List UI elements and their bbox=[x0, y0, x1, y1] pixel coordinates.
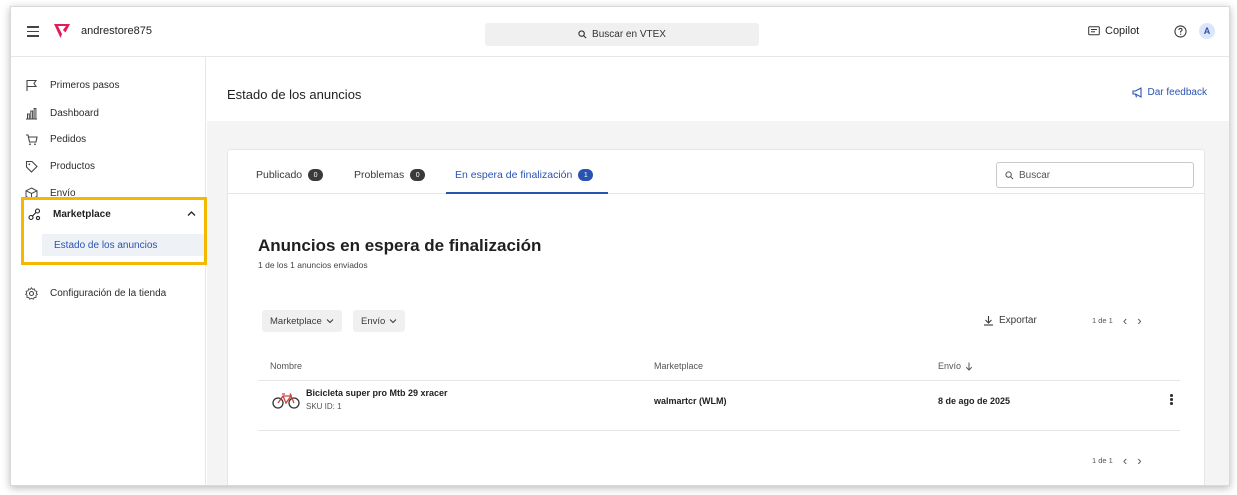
listings-card: Publicado 0 Problemas 0 En espera de fin… bbox=[227, 149, 1205, 485]
sidebar-item-marketplace[interactable]: Marketplace bbox=[28, 208, 111, 221]
gear-icon bbox=[25, 287, 38, 300]
count-badge: 1 bbox=[578, 169, 594, 181]
search-icon bbox=[1005, 170, 1014, 179]
export-button[interactable]: Exportar bbox=[983, 315, 1037, 326]
count-badge: 0 bbox=[308, 169, 324, 181]
export-label: Exportar bbox=[999, 315, 1037, 326]
sidebar-item-dashboard[interactable]: Dashboard bbox=[25, 107, 99, 120]
main-content: Estado de los anuncios Dar feedback Publ… bbox=[207, 57, 1229, 485]
avatar[interactable]: A bbox=[1199, 23, 1215, 39]
global-search-label: Buscar en VTEX bbox=[592, 29, 666, 40]
sidebar-item-label: Primeros pasos bbox=[50, 80, 120, 91]
pagination-bottom: 1 de 1 ‹ › bbox=[1092, 453, 1142, 468]
marketplace-highlight: Marketplace Estado de los anuncios bbox=[21, 197, 207, 265]
filter-marketplace[interactable]: Marketplace bbox=[262, 310, 342, 332]
pagination-label: 1 de 1 bbox=[1092, 316, 1113, 325]
table-divider bbox=[258, 380, 1180, 381]
flag-icon bbox=[26, 79, 38, 91]
column-header-label: Envío bbox=[938, 361, 962, 371]
share-icon bbox=[28, 208, 41, 221]
chevron-left-icon[interactable]: ‹ bbox=[1123, 453, 1127, 468]
bar-chart-icon bbox=[26, 108, 37, 120]
feedback-label: Dar feedback bbox=[1147, 87, 1207, 98]
filter-envio[interactable]: Envío bbox=[353, 310, 406, 332]
search-icon bbox=[578, 30, 587, 39]
app-window: andrestore875 Buscar en VTEX Copilot A P… bbox=[10, 6, 1230, 486]
cart-icon bbox=[26, 134, 38, 146]
page-header: Estado de los anuncios Dar feedback bbox=[207, 57, 1229, 121]
row-shipping-date: 8 de ago de 2025 bbox=[938, 396, 1011, 406]
sidebar-item-estado-anuncios[interactable]: Estado de los anuncios bbox=[42, 234, 204, 256]
top-bar: andrestore875 Buscar en VTEX Copilot A bbox=[11, 7, 1229, 57]
tag-icon bbox=[25, 160, 38, 173]
download-icon bbox=[984, 316, 993, 326]
sort-down-icon bbox=[965, 362, 973, 371]
column-header-marketplace[interactable]: Marketplace bbox=[654, 361, 703, 371]
chat-icon bbox=[1088, 25, 1100, 35]
sidebar-item-label: Dashboard bbox=[50, 108, 99, 119]
sidebar-item-primeros-pasos[interactable]: Primeros pasos bbox=[25, 79, 119, 92]
table-divider bbox=[258, 430, 1180, 431]
tab-label: Publicado bbox=[256, 169, 303, 181]
sidebar-item-productos[interactable]: Productos bbox=[25, 160, 95, 173]
filter-label: Envío bbox=[361, 315, 386, 327]
global-search[interactable]: Buscar en VTEX bbox=[485, 23, 759, 46]
tabs: Publicado 0 Problemas 0 En espera de fin… bbox=[228, 150, 1204, 194]
copilot-button[interactable]: Copilot bbox=[1088, 25, 1139, 37]
sidebar-item-label: Marketplace bbox=[53, 209, 111, 220]
pagination-top: 1 de 1 ‹ › bbox=[1092, 313, 1142, 328]
sidebar-item-pedidos[interactable]: Pedidos bbox=[25, 133, 86, 146]
row-marketplace: walmartcr (WLM) bbox=[654, 396, 727, 406]
sidebar-item-label: Productos bbox=[50, 161, 96, 172]
chevron-right-icon[interactable]: › bbox=[1137, 453, 1141, 468]
sidebar-item-configuracion[interactable]: Configuración de la tienda bbox=[25, 287, 166, 300]
menu-icon[interactable] bbox=[27, 26, 39, 37]
product-name[interactable]: Bicicleta super pro Mtb 29 xracer bbox=[306, 388, 448, 398]
bicycle-icon bbox=[272, 393, 300, 409]
chevron-down-icon bbox=[389, 319, 397, 324]
sidebar-item-label: Pedidos bbox=[50, 134, 87, 145]
search-input[interactable]: Buscar bbox=[996, 162, 1194, 188]
copilot-label: Copilot bbox=[1105, 25, 1140, 37]
chevron-right-icon[interactable]: › bbox=[1137, 313, 1141, 328]
active-tab-indicator bbox=[446, 192, 608, 194]
section-subtitle: 1 de los 1 anuncios enviados bbox=[258, 260, 368, 270]
feedback-link[interactable]: Dar feedback bbox=[1131, 87, 1207, 98]
chevron-up-icon[interactable] bbox=[187, 210, 196, 217]
tab-problemas[interactable]: Problemas 0 bbox=[354, 169, 426, 181]
store-name[interactable]: andrestore875 bbox=[81, 25, 152, 37]
chevron-down-icon bbox=[326, 319, 334, 324]
pagination-label: 1 de 1 bbox=[1092, 456, 1113, 465]
product-sku: SKU ID: 1 bbox=[306, 402, 342, 411]
section-title: Anuncios en espera de finalización bbox=[258, 236, 542, 255]
sidebar: Primeros pasos Dashboard Pedidos Product… bbox=[11, 57, 207, 485]
chevron-left-icon[interactable]: ‹ bbox=[1123, 313, 1127, 328]
sidebar-item-label: Configuración de la tienda bbox=[50, 288, 167, 299]
tab-label: Problemas bbox=[354, 169, 405, 181]
column-header-envio[interactable]: Envío bbox=[938, 361, 973, 371]
count-badge: 0 bbox=[410, 169, 426, 181]
tab-en-espera[interactable]: En espera de finalización 1 bbox=[455, 169, 594, 181]
more-options-icon[interactable] bbox=[1170, 394, 1174, 406]
column-header-nombre[interactable]: Nombre bbox=[270, 361, 302, 371]
tab-label: En espera de finalización bbox=[455, 169, 573, 181]
page-title: Estado de los anuncios bbox=[227, 87, 362, 102]
help-icon[interactable] bbox=[1174, 25, 1187, 38]
filter-label: Marketplace bbox=[270, 315, 322, 327]
megaphone-icon bbox=[1131, 87, 1142, 98]
vtex-logo-icon[interactable] bbox=[53, 23, 71, 39]
tab-publicado[interactable]: Publicado 0 bbox=[256, 169, 324, 181]
search-placeholder: Buscar bbox=[1019, 169, 1051, 181]
